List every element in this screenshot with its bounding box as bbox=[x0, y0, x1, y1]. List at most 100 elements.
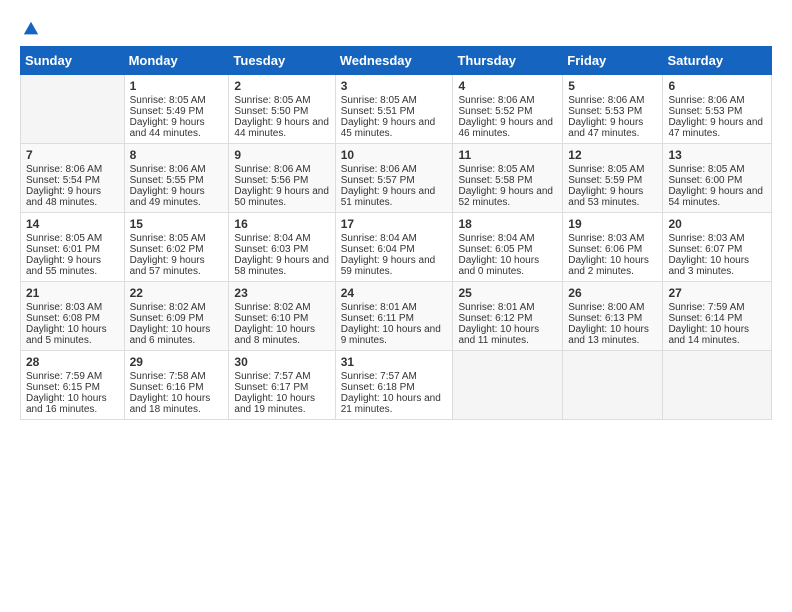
day-number: 10 bbox=[341, 148, 448, 162]
day-number: 3 bbox=[341, 79, 448, 93]
daylight-text: Daylight: 10 hours and 18 minutes. bbox=[130, 393, 211, 415]
calendar-cell: 30Sunrise: 7:57 AMSunset: 6:17 PMDayligh… bbox=[229, 351, 335, 420]
sunset-text: Sunset: 6:01 PM bbox=[26, 244, 100, 255]
header-day-friday: Friday bbox=[563, 47, 663, 75]
day-number: 13 bbox=[668, 148, 766, 162]
sunrise-text: Sunrise: 7:59 AM bbox=[668, 302, 744, 313]
sunrise-text: Sunrise: 8:04 AM bbox=[341, 233, 417, 244]
sunset-text: Sunset: 6:12 PM bbox=[458, 313, 532, 324]
day-number: 23 bbox=[234, 286, 329, 300]
header-day-thursday: Thursday bbox=[453, 47, 563, 75]
calendar-cell: 25Sunrise: 8:01 AMSunset: 6:12 PMDayligh… bbox=[453, 282, 563, 351]
day-number: 15 bbox=[130, 217, 224, 231]
calendar-cell bbox=[21, 75, 125, 144]
calendar-cell: 15Sunrise: 8:05 AMSunset: 6:02 PMDayligh… bbox=[124, 213, 229, 282]
day-number: 5 bbox=[568, 79, 657, 93]
sunrise-text: Sunrise: 8:06 AM bbox=[26, 164, 102, 175]
calendar-cell: 17Sunrise: 8:04 AMSunset: 6:04 PMDayligh… bbox=[335, 213, 453, 282]
sunrise-text: Sunrise: 8:02 AM bbox=[130, 302, 206, 313]
calendar-cell: 14Sunrise: 8:05 AMSunset: 6:01 PMDayligh… bbox=[21, 213, 125, 282]
page-header bbox=[20, 20, 772, 36]
sunset-text: Sunset: 6:16 PM bbox=[130, 382, 204, 393]
calendar-cell: 5Sunrise: 8:06 AMSunset: 5:53 PMDaylight… bbox=[563, 75, 663, 144]
sunset-text: Sunset: 5:56 PM bbox=[234, 175, 308, 186]
sunset-text: Sunset: 5:49 PM bbox=[130, 106, 204, 117]
sunrise-text: Sunrise: 8:05 AM bbox=[668, 164, 744, 175]
calendar-cell: 24Sunrise: 8:01 AMSunset: 6:11 PMDayligh… bbox=[335, 282, 453, 351]
daylight-text: Daylight: 9 hours and 59 minutes. bbox=[341, 255, 436, 277]
calendar-cell: 22Sunrise: 8:02 AMSunset: 6:09 PMDayligh… bbox=[124, 282, 229, 351]
calendar-cell: 27Sunrise: 7:59 AMSunset: 6:14 PMDayligh… bbox=[663, 282, 772, 351]
daylight-text: Daylight: 10 hours and 5 minutes. bbox=[26, 324, 107, 346]
day-number: 8 bbox=[130, 148, 224, 162]
daylight-text: Daylight: 10 hours and 13 minutes. bbox=[568, 324, 649, 346]
sunrise-text: Sunrise: 7:58 AM bbox=[130, 371, 206, 382]
day-number: 27 bbox=[668, 286, 766, 300]
sunset-text: Sunset: 6:07 PM bbox=[668, 244, 742, 255]
calendar-cell: 4Sunrise: 8:06 AMSunset: 5:52 PMDaylight… bbox=[453, 75, 563, 144]
sunrise-text: Sunrise: 8:00 AM bbox=[568, 302, 644, 313]
daylight-text: Daylight: 10 hours and 0 minutes. bbox=[458, 255, 539, 277]
sunrise-text: Sunrise: 8:02 AM bbox=[234, 302, 310, 313]
sunset-text: Sunset: 6:09 PM bbox=[130, 313, 204, 324]
daylight-text: Daylight: 10 hours and 2 minutes. bbox=[568, 255, 649, 277]
daylight-text: Daylight: 10 hours and 6 minutes. bbox=[130, 324, 211, 346]
calendar-cell: 31Sunrise: 7:57 AMSunset: 6:18 PMDayligh… bbox=[335, 351, 453, 420]
day-number: 29 bbox=[130, 355, 224, 369]
sunset-text: Sunset: 6:18 PM bbox=[341, 382, 415, 393]
logo-icon bbox=[22, 20, 40, 38]
calendar-cell: 9Sunrise: 8:06 AMSunset: 5:56 PMDaylight… bbox=[229, 144, 335, 213]
header-day-tuesday: Tuesday bbox=[229, 47, 335, 75]
sunset-text: Sunset: 6:06 PM bbox=[568, 244, 642, 255]
header-day-monday: Monday bbox=[124, 47, 229, 75]
sunrise-text: Sunrise: 8:05 AM bbox=[568, 164, 644, 175]
sunset-text: Sunset: 5:50 PM bbox=[234, 106, 308, 117]
daylight-text: Daylight: 9 hours and 47 minutes. bbox=[668, 117, 763, 139]
daylight-text: Daylight: 9 hours and 49 minutes. bbox=[130, 186, 205, 208]
header-row: SundayMondayTuesdayWednesdayThursdayFrid… bbox=[21, 47, 772, 75]
sunrise-text: Sunrise: 8:06 AM bbox=[568, 95, 644, 106]
day-number: 16 bbox=[234, 217, 329, 231]
day-number: 6 bbox=[668, 79, 766, 93]
daylight-text: Daylight: 9 hours and 47 minutes. bbox=[568, 117, 643, 139]
day-number: 20 bbox=[668, 217, 766, 231]
day-number: 19 bbox=[568, 217, 657, 231]
daylight-text: Daylight: 9 hours and 58 minutes. bbox=[234, 255, 329, 277]
day-number: 1 bbox=[130, 79, 224, 93]
calendar-cell bbox=[663, 351, 772, 420]
sunset-text: Sunset: 6:08 PM bbox=[26, 313, 100, 324]
daylight-text: Daylight: 9 hours and 54 minutes. bbox=[668, 186, 763, 208]
daylight-text: Daylight: 9 hours and 48 minutes. bbox=[26, 186, 101, 208]
calendar-cell: 21Sunrise: 8:03 AMSunset: 6:08 PMDayligh… bbox=[21, 282, 125, 351]
sunrise-text: Sunrise: 8:05 AM bbox=[26, 233, 102, 244]
daylight-text: Daylight: 9 hours and 57 minutes. bbox=[130, 255, 205, 277]
sunset-text: Sunset: 6:03 PM bbox=[234, 244, 308, 255]
sunset-text: Sunset: 5:59 PM bbox=[568, 175, 642, 186]
sunrise-text: Sunrise: 8:05 AM bbox=[130, 95, 206, 106]
calendar-cell: 2Sunrise: 8:05 AMSunset: 5:50 PMDaylight… bbox=[229, 75, 335, 144]
sunrise-text: Sunrise: 7:57 AM bbox=[234, 371, 310, 382]
calendar-cell: 3Sunrise: 8:05 AMSunset: 5:51 PMDaylight… bbox=[335, 75, 453, 144]
day-number: 4 bbox=[458, 79, 557, 93]
day-number: 26 bbox=[568, 286, 657, 300]
day-number: 31 bbox=[341, 355, 448, 369]
sunset-text: Sunset: 6:15 PM bbox=[26, 382, 100, 393]
calendar-cell bbox=[453, 351, 563, 420]
daylight-text: Daylight: 10 hours and 8 minutes. bbox=[234, 324, 315, 346]
sunrise-text: Sunrise: 8:04 AM bbox=[458, 233, 534, 244]
calendar-cell: 10Sunrise: 8:06 AMSunset: 5:57 PMDayligh… bbox=[335, 144, 453, 213]
sunset-text: Sunset: 6:02 PM bbox=[130, 244, 204, 255]
sunset-text: Sunset: 6:04 PM bbox=[341, 244, 415, 255]
calendar-cell: 7Sunrise: 8:06 AMSunset: 5:54 PMDaylight… bbox=[21, 144, 125, 213]
daylight-text: Daylight: 9 hours and 51 minutes. bbox=[341, 186, 436, 208]
day-number: 12 bbox=[568, 148, 657, 162]
daylight-text: Daylight: 9 hours and 50 minutes. bbox=[234, 186, 329, 208]
sunrise-text: Sunrise: 8:03 AM bbox=[568, 233, 644, 244]
calendar-cell: 13Sunrise: 8:05 AMSunset: 6:00 PMDayligh… bbox=[663, 144, 772, 213]
day-number: 2 bbox=[234, 79, 329, 93]
day-number: 9 bbox=[234, 148, 329, 162]
daylight-text: Daylight: 10 hours and 19 minutes. bbox=[234, 393, 315, 415]
calendar-cell bbox=[563, 351, 663, 420]
daylight-text: Daylight: 9 hours and 53 minutes. bbox=[568, 186, 643, 208]
daylight-text: Daylight: 10 hours and 21 minutes. bbox=[341, 393, 441, 415]
